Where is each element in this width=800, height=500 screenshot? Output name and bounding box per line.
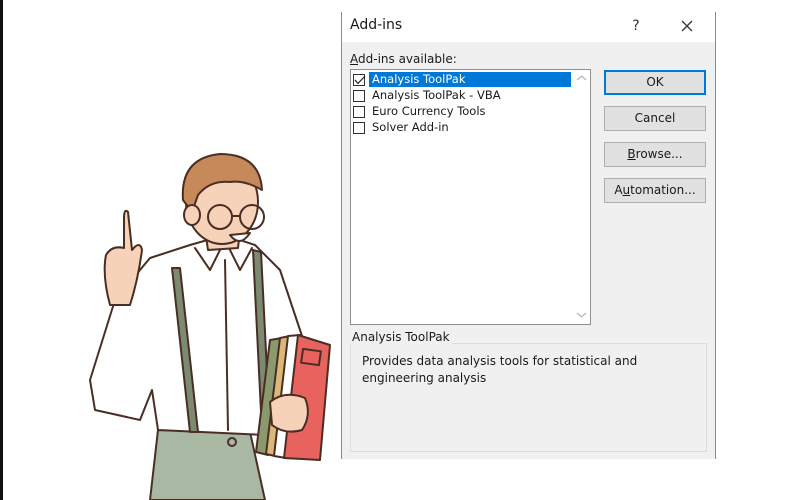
illustration-man-pointing <box>89 153 331 500</box>
listbox-scrollbar[interactable] <box>573 70 590 324</box>
ok-button[interactable]: OK <box>604 70 706 95</box>
checkmark-icon <box>354 75 366 84</box>
checkbox-euro-currency-tools[interactable] <box>353 105 365 118</box>
add-ins-available-label: Add-ins available: <box>350 52 457 66</box>
automation-button[interactable]: Automation... <box>604 178 706 203</box>
help-icon: ? <box>632 18 640 34</box>
cancel-button[interactable]: Cancel <box>604 106 706 131</box>
checkbox-analysis-toolpak-vba[interactable] <box>353 89 365 102</box>
browse-button[interactable]: Browse... <box>604 142 706 167</box>
scroll-up-icon[interactable] <box>576 74 587 82</box>
list-item-label: Analysis ToolPak <box>369 72 571 87</box>
list-item-label: Analysis ToolPak - VBA <box>372 88 501 102</box>
dialog-title: Add-ins <box>350 17 403 33</box>
pants <box>149 429 266 500</box>
close-button[interactable] <box>672 14 702 38</box>
add-ins-listbox[interactable]: Analysis ToolPak Analysis ToolPak - VBA … <box>350 69 591 325</box>
description-group-title: Analysis ToolPak <box>350 330 452 344</box>
checkbox-solver-add-in[interactable] <box>353 121 365 134</box>
list-item-euro-currency-tools[interactable]: Euro Currency Tools <box>353 104 571 119</box>
close-icon <box>681 20 693 32</box>
list-item-analysis-toolpak-vba[interactable]: Analysis ToolPak - VBA <box>353 88 571 103</box>
add-ins-dialog: Add-ins ? Add-ins available: Analysis To… <box>341 12 716 459</box>
help-button[interactable]: ? <box>625 15 647 37</box>
list-item-label: Euro Currency Tools <box>372 104 486 118</box>
scroll-down-icon[interactable] <box>576 311 587 319</box>
holding-hand <box>269 393 309 433</box>
list-item-analysis-toolpak[interactable]: Analysis ToolPak <box>353 72 571 87</box>
image-edge <box>0 0 3 500</box>
list-item-solver-add-in[interactable]: Solver Add-in <box>353 120 571 135</box>
list-item-label: Solver Add-in <box>372 120 449 134</box>
checkbox-analysis-toolpak[interactable] <box>353 73 366 86</box>
add-in-description: Provides data analysis tools for statist… <box>362 354 638 385</box>
dialog-titlebar: Add-ins ? <box>342 12 715 42</box>
